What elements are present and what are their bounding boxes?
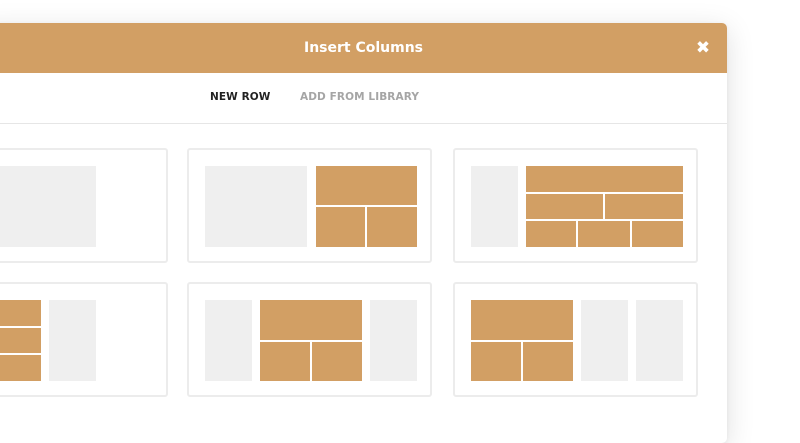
layout-block — [0, 355, 41, 381]
layout-block — [260, 300, 362, 340]
layout-block — [578, 221, 630, 247]
layout-block — [471, 166, 518, 247]
tab-new-row[interactable]: NEW ROW — [210, 91, 271, 103]
layout-block — [605, 194, 683, 219]
tab-bar: NEW ROW ADD FROM LIBRARY — [0, 73, 727, 124]
column-layout-option[interactable] — [187, 282, 432, 397]
insert-columns-modal: Insert Columns ✖ NEW ROW ADD FROM LIBRAR… — [0, 23, 727, 443]
layout-block — [636, 300, 683, 381]
layout-block — [526, 166, 683, 192]
layout-block — [581, 300, 628, 381]
layout-block — [526, 194, 603, 219]
layout-block — [260, 342, 310, 381]
layout-block — [632, 221, 683, 247]
close-icon[interactable]: ✖ — [693, 38, 713, 58]
modal-title: Insert Columns — [303, 40, 424, 56]
layout-block — [0, 166, 96, 247]
tab-add-from-library[interactable]: ADD FROM LIBRARY — [300, 91, 419, 103]
layout-block — [316, 207, 365, 247]
layout-block — [0, 300, 41, 326]
layout-block — [370, 300, 417, 381]
layout-block — [526, 221, 576, 247]
layout-block — [471, 342, 521, 381]
layout-block — [49, 300, 96, 381]
column-layout-option[interactable] — [0, 282, 168, 397]
column-layout-option[interactable] — [187, 148, 432, 263]
layout-block — [316, 166, 417, 205]
modal-header: Insert Columns ✖ — [0, 23, 727, 73]
column-layout-option[interactable] — [453, 282, 698, 397]
layout-block — [471, 300, 573, 340]
layout-block — [367, 207, 417, 247]
layout-block — [312, 342, 362, 381]
layout-block — [205, 166, 307, 247]
layout-block — [523, 342, 573, 381]
column-layout-option[interactable] — [453, 148, 698, 263]
column-layout-option[interactable] — [0, 148, 168, 263]
layout-block — [205, 300, 252, 381]
layout-block — [0, 328, 41, 353]
